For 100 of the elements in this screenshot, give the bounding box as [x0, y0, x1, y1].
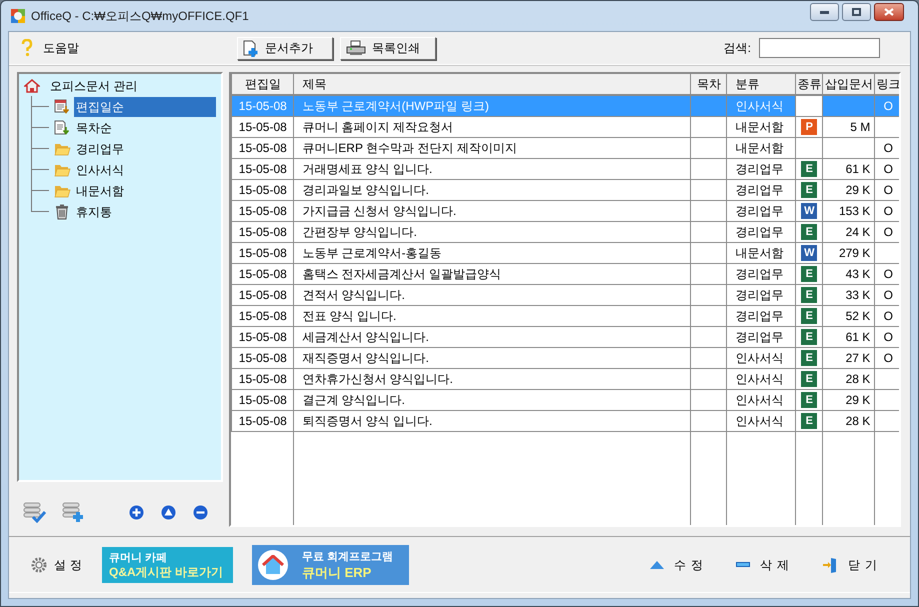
table-cell: 15-05-08 [232, 242, 294, 263]
table-row[interactable]: 15-05-08 결근계 양식입니다. 인사서식 E 29 K [232, 389, 899, 410]
exit-door-icon [822, 556, 838, 572]
document-add-icon [243, 40, 259, 56]
folder-icon [54, 142, 70, 156]
column-header[interactable]: 제목 [294, 74, 691, 95]
table-cell: 15-05-08 [232, 305, 294, 326]
list-check-icon[interactable] [22, 501, 46, 523]
maximize-button[interactable] [842, 3, 871, 21]
file-type-icon: P [801, 119, 818, 136]
action-button[interactable]: 수정 [650, 556, 708, 574]
column-header[interactable]: 편집일 [232, 74, 294, 95]
search-field[interactable] [759, 38, 880, 58]
help-link[interactable]: 도움말 [43, 39, 79, 57]
list-add-icon[interactable] [61, 501, 85, 523]
table-cell: 세금계산서 양식입니다. [294, 326, 691, 347]
close-button[interactable] [874, 3, 904, 21]
table-cell: 내문서함 [726, 137, 796, 158]
column-header[interactable]: 삽입문서 [822, 74, 875, 95]
action-button[interactable]: 닫기 [822, 556, 882, 574]
tree-item[interactable]: 휴지통 [74, 202, 216, 222]
gear-icon [30, 556, 48, 574]
table-cell: 홈택스 전자세금계산서 일괄발급양식 [294, 263, 691, 284]
search-label: 검색: [724, 40, 751, 57]
table-cell: 15-05-08 [232, 221, 294, 242]
table-cell: 15-05-08 [232, 158, 294, 179]
table-cell: 경리업무 [726, 200, 796, 221]
house-icon [262, 554, 284, 574]
minus-icon [736, 562, 750, 567]
table-row[interactable]: 15-05-08 가지급금 신청서 양식입니다. 경리업무 W 153 K O [232, 200, 899, 221]
file-type-icon: E [801, 371, 818, 388]
file-type-icon: W [801, 203, 818, 220]
table-row[interactable]: 15-05-08 재직증명서 양식입니다. 인사서식 E 27 K O [232, 347, 899, 368]
table-row[interactable]: 15-05-08 경리과일보 양식입니다. 경리업무 E 29 K O [232, 179, 899, 200]
table-cell: 29 K [822, 389, 875, 410]
table-cell: 15-05-08 [232, 326, 294, 347]
minimize-icon [820, 10, 829, 14]
file-type-icon: E [801, 287, 818, 304]
column-header[interactable]: 링크 [874, 74, 899, 95]
table-row[interactable]: 15-05-08 큐머니ERP 현수막과 전단지 제작이미지 내문서함 O [232, 137, 899, 158]
tree-item[interactable]: 편집일순 [74, 96, 216, 116]
table-cell: 경리업무 [726, 284, 796, 305]
remove-icon[interactable] [193, 504, 208, 520]
table-row[interactable]: 15-05-08 큐머니 홈페이지 제작요청서 내문서함 P 5 M [232, 116, 899, 137]
table-row[interactable]: 15-05-08 연차휴가신청서 양식입니다. 인사서식 E 28 K [232, 368, 899, 389]
table-cell: 경리업무 [726, 305, 796, 326]
help-icon [21, 39, 33, 57]
table-cell: 15-05-08 [232, 95, 294, 116]
table-cell: 52 K [822, 305, 875, 326]
table-cell: 15-05-08 [232, 263, 294, 284]
table-cell: 인사서식 [726, 347, 796, 368]
table-cell: 33 K [822, 284, 875, 305]
action-button[interactable]: 삭제 [736, 556, 794, 574]
table-cell: 15-05-08 [232, 368, 294, 389]
file-type-icon: E [801, 224, 818, 240]
table-row[interactable]: 15-05-08 견적서 양식입니다. 경리업무 E 33 K O [232, 284, 899, 305]
document-down-icon [54, 120, 70, 136]
table-cell: 15-05-08 [232, 200, 294, 221]
triangle-icon [650, 560, 664, 568]
tree-item[interactable]: 내문서함 [74, 180, 216, 200]
table-cell: 내문서함 [726, 242, 796, 263]
up-icon[interactable] [161, 504, 176, 520]
table-cell: 5 M [822, 116, 875, 137]
minimize-button[interactable] [810, 3, 839, 21]
table-cell: 노동부 근로계약서-홍길동 [294, 242, 691, 263]
tree-item[interactable]: 목차순 [74, 118, 216, 138]
table-cell: 경리업무 [726, 326, 796, 347]
table-cell: 재직증명서 양식입니다. [294, 347, 691, 368]
table-cell: 인사서식 [726, 410, 796, 431]
folder-icon [54, 162, 70, 176]
file-type-icon: E [801, 392, 818, 408]
house-icon [24, 78, 40, 92]
toolbar-button[interactable]: 목록인쇄 [340, 36, 436, 60]
table-row[interactable]: 15-05-08 노동부 근로계약서-홍길동 내문서함 W 279 K [232, 242, 899, 263]
table-row[interactable]: 15-05-08 홈택스 전자세금계산서 일괄발급양식 경리업무 E 43 K O [232, 263, 899, 284]
column-header[interactable]: 종류 [796, 74, 823, 95]
add-icon[interactable] [129, 504, 144, 520]
tree-item[interactable]: 인사서식 [74, 160, 216, 180]
tree-item[interactable]: 오피스문서 관리 [50, 76, 138, 94]
file-type-icon: E [801, 161, 818, 178]
settings-link[interactable]: 설정 [54, 556, 86, 574]
tree-item[interactable]: 경리업무 [74, 138, 216, 158]
toolbar-button[interactable]: 문서추가 [237, 36, 333, 60]
table-cell: 28 K [822, 410, 875, 431]
table-cell: 간편장부 양식입니다. [294, 221, 691, 242]
table-cell: 43 K [822, 263, 875, 284]
table-cell: 15-05-08 [232, 179, 294, 200]
table-cell: 15-05-08 [232, 347, 294, 368]
table-cell: 견적서 양식입니다. [294, 284, 691, 305]
table-row[interactable]: 15-05-08 세금계산서 양식입니다. 경리업무 E 61 K O [232, 326, 899, 347]
column-header[interactable]: 목차 [690, 74, 727, 95]
table-cell: 15-05-08 [232, 284, 294, 305]
table-row[interactable]: 15-05-08 퇴직증명서 양식 입니다. 인사서식 E 28 K [232, 410, 899, 431]
table-row[interactable]: 15-05-08 전표 양식 입니다. 경리업무 E 52 K O [232, 305, 899, 326]
table-row[interactable]: 15-05-08 간편장부 양식입니다. 경리업무 E 24 K O [232, 221, 899, 242]
table-row[interactable]: 15-05-08 거래명세표 양식 입니다. 경리업무 E 61 K O [232, 158, 899, 179]
table-cell: 279 K [822, 242, 875, 263]
table-cell: 노동부 근로계약서(HWP파일 링크) [294, 95, 691, 116]
column-header[interactable]: 분류 [726, 74, 796, 95]
table-cell: 결근계 양식입니다. [294, 389, 691, 410]
